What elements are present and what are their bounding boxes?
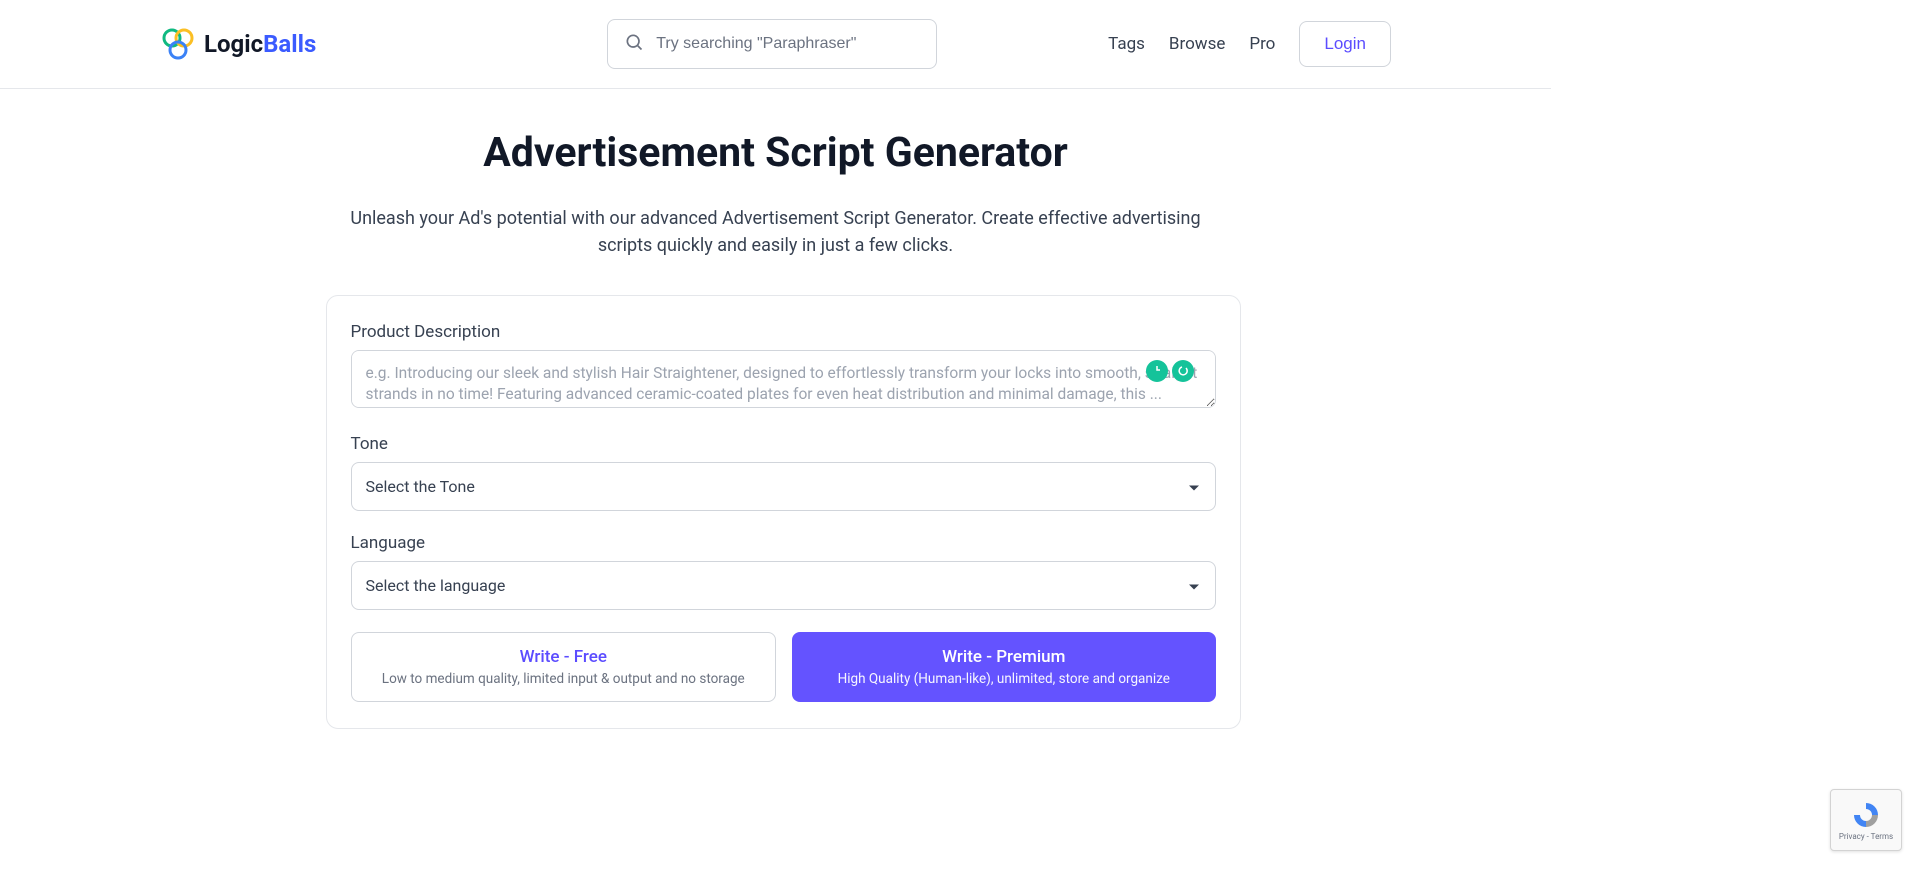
nav-tags[interactable]: Tags — [1108, 34, 1145, 54]
search-input[interactable] — [656, 35, 920, 53]
nav-browse[interactable]: Browse — [1169, 34, 1225, 54]
tone-label: Tone — [351, 434, 1216, 454]
nav: Tags Browse Pro Login — [1108, 21, 1391, 67]
tone-select-wrap: Select the Tone — [351, 462, 1216, 511]
search-box[interactable] — [607, 19, 937, 69]
grammarly-badges — [1146, 360, 1194, 382]
page-title: Advertisement Script Generator — [326, 129, 1226, 177]
recaptcha-text: Privacy - Terms — [1839, 832, 1893, 841]
product-description-label: Product Description — [351, 322, 1216, 342]
language-select[interactable]: Select the language — [351, 561, 1216, 610]
nav-pro[interactable]: Pro — [1249, 34, 1275, 54]
tone-select[interactable]: Select the Tone — [351, 462, 1216, 511]
recaptcha-icon — [1851, 800, 1881, 830]
write-free-button[interactable]: Write - Free Low to medium quality, limi… — [351, 632, 777, 702]
write-free-title: Write - Free — [364, 647, 764, 667]
search-icon — [624, 32, 644, 56]
write-free-sub: Low to medium quality, limited input & o… — [364, 671, 764, 687]
form-card: Product Description Tone Select the Tone… — [326, 295, 1241, 729]
button-row: Write - Free Low to medium quality, limi… — [351, 632, 1216, 702]
login-button[interactable]: Login — [1299, 21, 1391, 67]
grammarly-icon[interactable] — [1172, 360, 1194, 382]
write-premium-sub: High Quality (Human-like), unlimited, st… — [804, 671, 1204, 687]
page-subtitle: Unleash your Ad's potential with our adv… — [331, 205, 1221, 259]
recaptcha-badge[interactable]: Privacy - Terms — [1830, 789, 1902, 851]
grammarly-icon[interactable] — [1146, 360, 1168, 382]
product-description-input[interactable] — [351, 350, 1216, 408]
language-label: Language — [351, 533, 1216, 553]
logo-text: LogicBalls — [204, 30, 316, 58]
write-premium-button[interactable]: Write - Premium High Quality (Human-like… — [792, 632, 1216, 702]
main: Advertisement Script Generator Unleash y… — [326, 89, 1226, 729]
logo-icon — [160, 27, 196, 61]
logo[interactable]: LogicBalls — [160, 27, 316, 61]
language-select-wrap: Select the language — [351, 561, 1216, 610]
header: LogicBalls Tags Browse Pro Login — [0, 0, 1551, 89]
textarea-wrap — [351, 350, 1216, 412]
write-premium-title: Write - Premium — [804, 647, 1204, 667]
